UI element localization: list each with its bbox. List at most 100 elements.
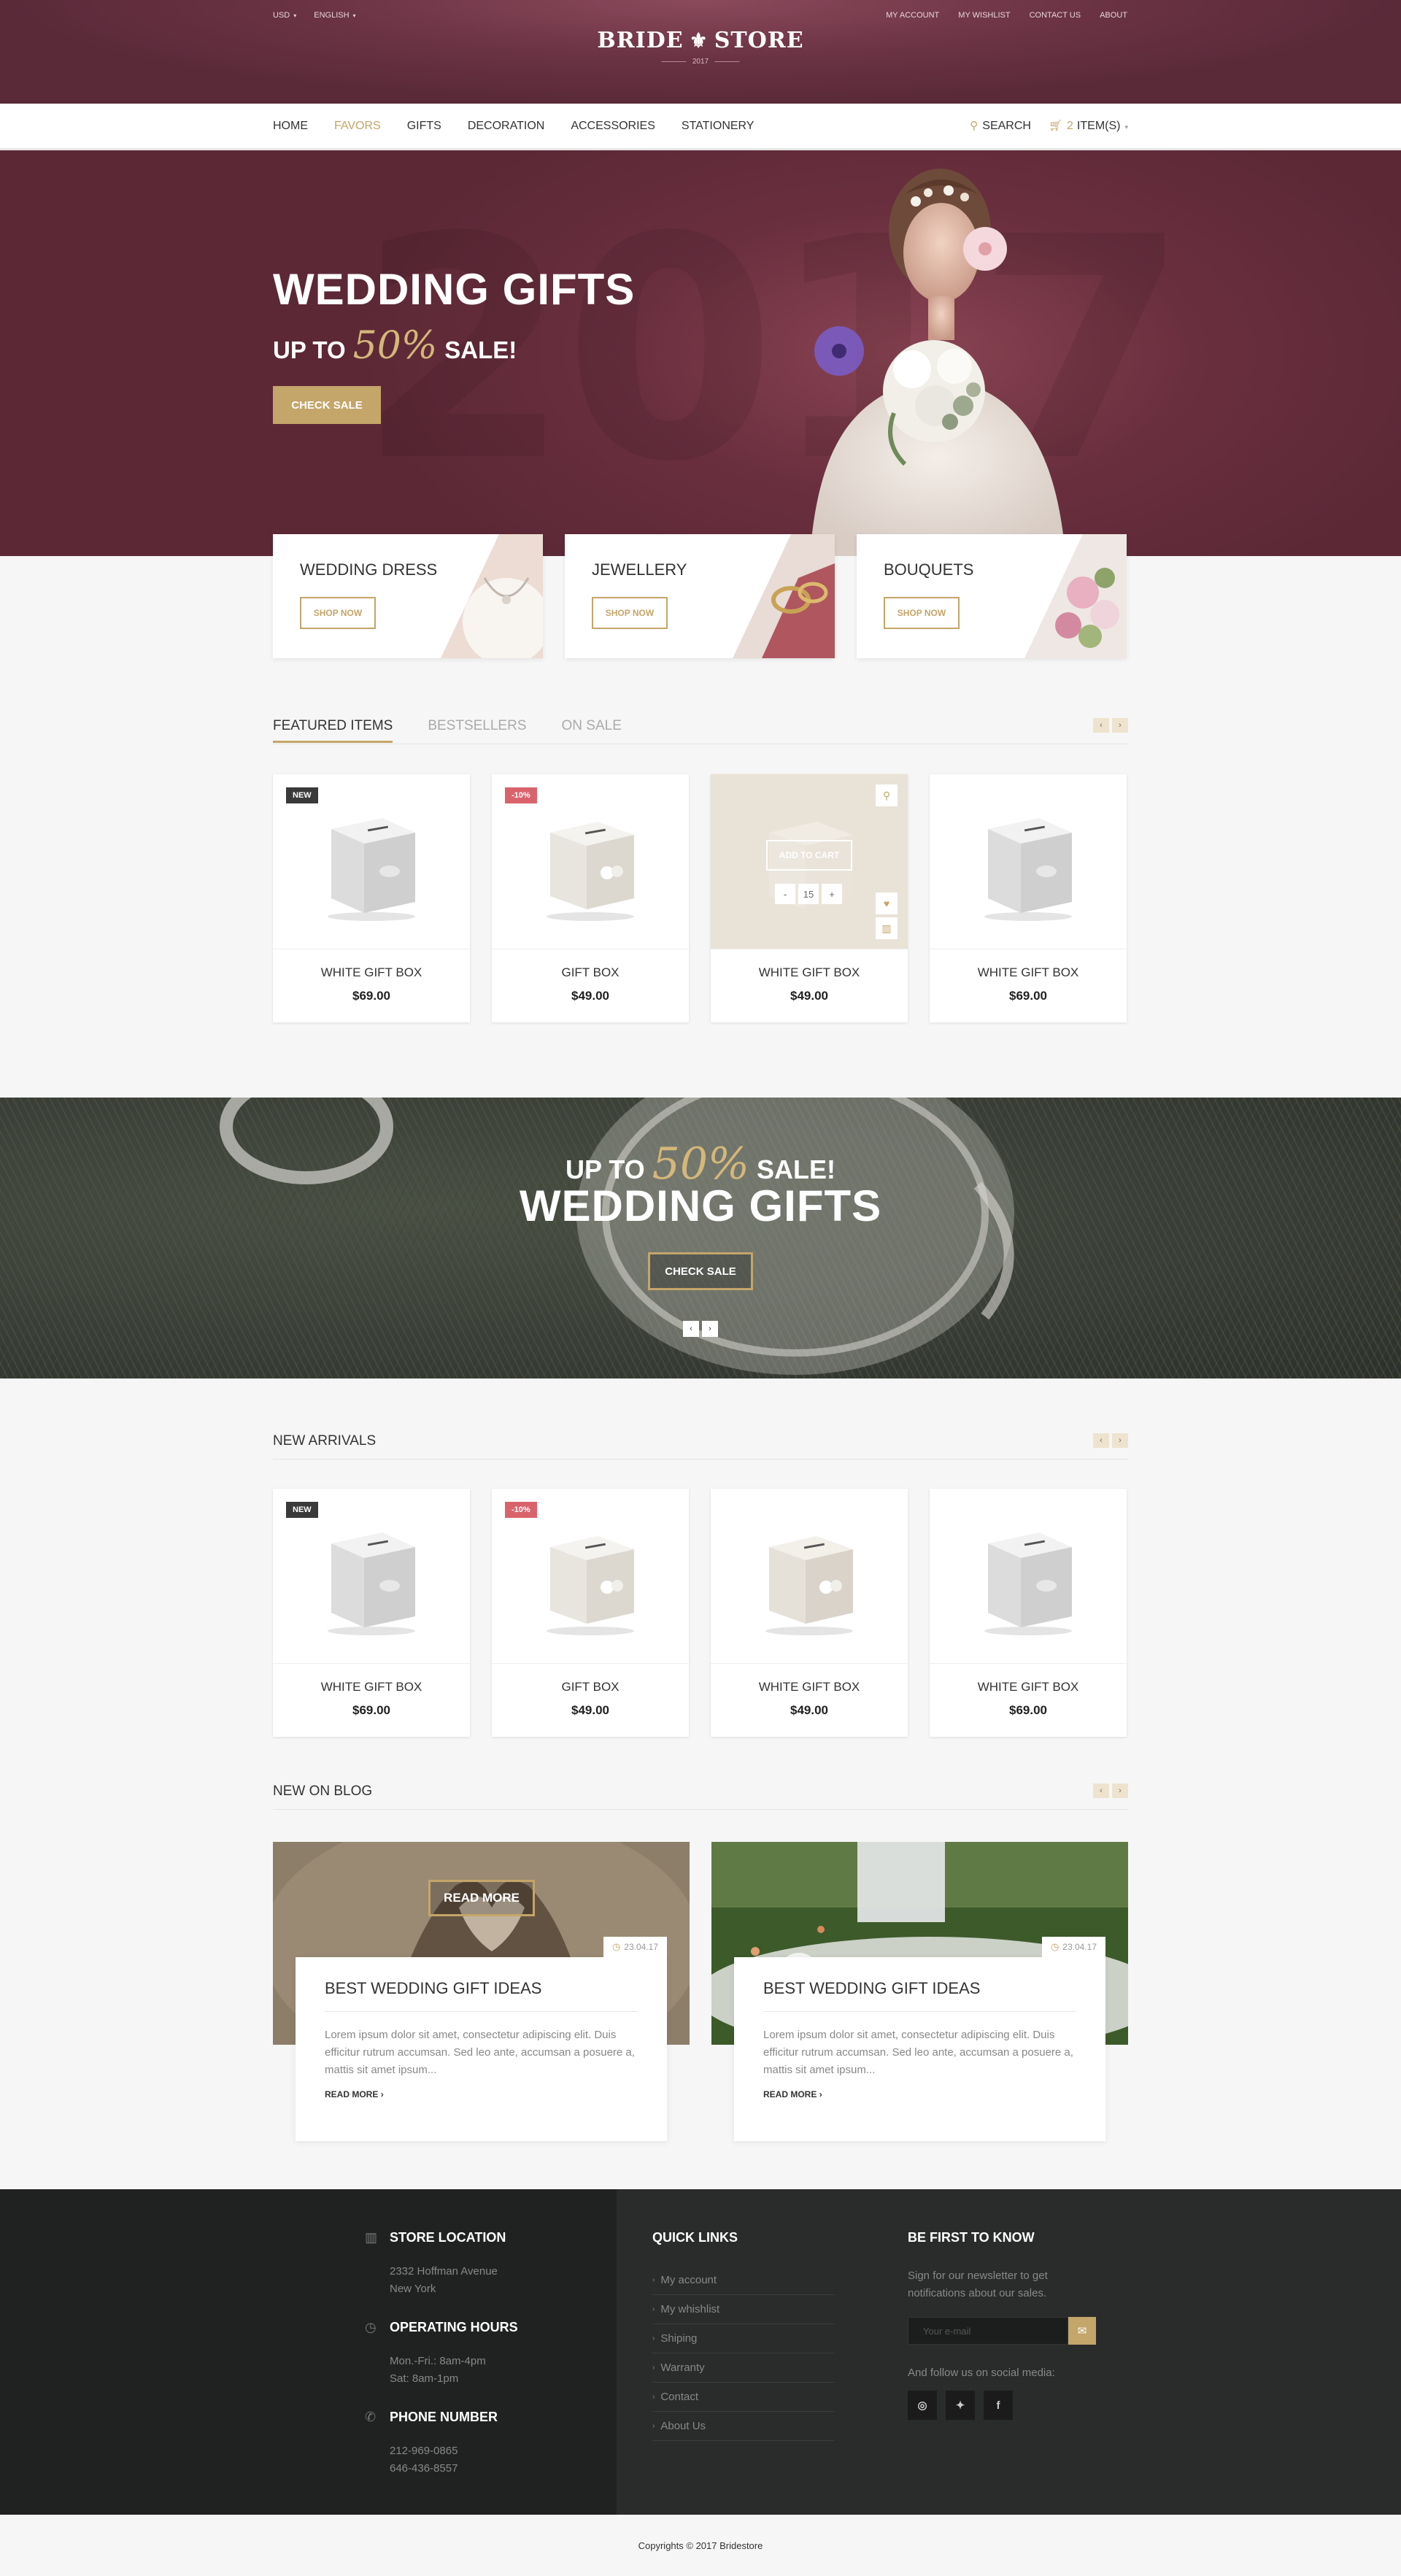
quick-link-about-us[interactable]: › About Us [652,2412,835,2441]
link-about[interactable]: ABOUT [1100,11,1127,20]
shop-now-button[interactable]: SHOP NOW [884,597,960,629]
product-image-area[interactable]: NEW [273,774,470,949]
post-title[interactable]: BEST WEDDING GIFT IDEAS [325,1979,638,2012]
nav-item-decoration[interactable]: DECORATION [468,120,544,133]
product-card[interactable]: -10% GIFT BOX $49.00 [492,774,689,1022]
blog-prev-button[interactable]: ‹ [1093,1783,1109,1798]
product-image-area[interactable] [711,1489,908,1664]
read-more-link[interactable]: READ MORE › [325,2089,638,2099]
arrivals-prev-button[interactable]: ‹ [1093,1433,1109,1448]
tab-on-sale[interactable]: ON SALE [562,718,622,743]
product-image-area[interactable]: ⚲ ♥ ▥ ADD TO CART - 15 + [711,774,908,949]
instagram-icon[interactable]: ◎ [908,2391,937,2420]
wishlist-button[interactable]: ♥ [876,892,898,914]
email-field[interactable] [908,2317,1068,2345]
product-card[interactable]: WHITE GIFT BOX $69.00 [930,774,1127,1022]
facebook-icon[interactable]: f [984,2391,1013,2420]
featured-next-button[interactable]: › [1112,718,1128,733]
featured-prev-button[interactable]: ‹ [1093,718,1109,733]
product-name[interactable]: WHITE GIFT BOX [930,1680,1127,1694]
hero-title: WEDDING GIFTS [273,265,636,314]
chevron-right-icon: › [652,2422,655,2430]
blog-next-button[interactable]: › [1112,1783,1128,1798]
copyright-bar: Copyrights © 2017 Bridestore [0,2515,1401,2576]
newsletter-form: ✉ [908,2317,1097,2345]
post-title[interactable]: BEST WEDDING GIFT IDEAS [763,1979,1076,2012]
quick-link-contact[interactable]: › Contact [652,2383,835,2412]
cart-button[interactable]: 🛒︎ 2 ITEM(S) ▾ [1049,119,1128,133]
hero-up-to: UP TO [273,336,346,363]
product-image-area[interactable] [930,774,1127,949]
product-price: $69.00 [352,1703,390,1717]
product-name[interactable]: GIFT BOX [492,965,689,980]
cart-count: 2 [1067,120,1073,132]
nav-item-home[interactable]: HOME [273,120,308,133]
nav-menu: HOME FAVORS GIFTS DECORATION ACCESSORIES… [273,120,754,133]
product-image-area[interactable] [930,1489,1127,1664]
product-price: $49.00 [790,1703,828,1717]
product-card[interactable]: WHITE GIFT BOX $69.00 [930,1489,1127,1737]
product-name[interactable]: WHITE GIFT BOX [930,965,1127,980]
site-logo[interactable]: BRIDE ⚜ STORE 2017 [597,28,803,66]
product-name[interactable]: WHITE GIFT BOX [273,1680,470,1694]
promo-title: WEDDING GIFTS [519,1181,882,1230]
compare-button[interactable]: ▥ [876,917,898,939]
add-to-cart-button[interactable]: ADD TO CART [766,840,852,871]
quick-link-warranty[interactable]: › Warranty [652,2353,835,2383]
qty-minus-button[interactable]: - [775,884,795,904]
nav-item-stationery[interactable]: STATIONERY [682,120,754,133]
hero-slider: 2017 WEDDING GIFTS UP TO 50% SALE! CHECK S… [0,150,1401,556]
link-contact-us[interactable]: CONTACT US [1030,11,1081,20]
qty-plus-button[interactable]: + [822,884,842,904]
product-image-area[interactable]: -10% [492,1489,689,1664]
product-name[interactable]: WHITE GIFT BOX [711,1680,908,1694]
currency-select[interactable]: USD ▾ [273,11,296,20]
nav-item-favors[interactable]: FAVORS [334,120,381,133]
tab-bestsellers[interactable]: BESTSELLERS [428,718,526,743]
search-button[interactable]: ⚲ SEARCH [970,119,1031,133]
nav-item-gifts[interactable]: GIFTS [407,120,441,133]
category-card-jewellery[interactable]: JEWELLERY SHOP NOW [565,534,835,658]
shop-now-button[interactable]: SHOP NOW [592,597,668,629]
shop-now-button[interactable]: SHOP NOW [300,597,376,629]
read-more-link[interactable]: READ MORE › [763,2089,1076,2099]
product-image-area[interactable]: -10% [492,774,689,949]
category-card-wedding-dress[interactable]: WEDDING DRESS SHOP NOW [273,534,543,658]
arrivals-next-button[interactable]: › [1112,1433,1128,1448]
promo-prev-button[interactable]: ‹ [683,1321,699,1337]
hero-subtitle: UP TO 50% SALE! [273,324,517,368]
chevron-right-icon: › [380,2089,384,2099]
phone-title: PHONE NUMBER [390,2410,498,2424]
nav-item-accessories[interactable]: ACCESSORIES [571,120,655,133]
quick-link-my-whishlist[interactable]: › My whishlist [652,2295,835,2324]
product-name[interactable]: WHITE GIFT BOX [711,965,908,980]
link-my-account[interactable]: MY ACCOUNT [886,11,939,20]
link-my-wishlist[interactable]: MY WISHLIST [958,11,1010,20]
product-name[interactable]: GIFT BOX [492,1680,689,1694]
quick-view-button[interactable]: ⚲ [876,784,898,806]
blog-posts: READ MORE ◷ 23.04.17 BEST WEDDING GIFT ID… [273,1842,1128,2141]
qty-value[interactable]: 15 [798,884,819,904]
product-name[interactable]: WHITE GIFT BOX [273,965,470,980]
tab-featured-items[interactable]: FEATURED ITEMS [273,718,393,743]
quick-link-my-account[interactable]: › My account [652,2266,835,2295]
product-card[interactable]: -10% GIFT BOX $49.00 [492,1489,689,1737]
phone-line[interactable]: 646-436-8557 [390,2460,498,2477]
read-more-overlay-button[interactable]: READ MORE [428,1880,535,1916]
promo-check-sale-button[interactable]: CHECK SALE [648,1252,753,1290]
promo-next-button[interactable]: › [702,1321,718,1337]
quick-link-shiping[interactable]: › Shiping [652,2324,835,2353]
product-card[interactable]: NEW WHITE GIFT BOX $69.00 [273,774,470,1022]
product-card[interactable]: WHITE GIFT BOX $49.00 [711,1489,908,1737]
category-card-bouquets[interactable]: BOUQUETS SHOP NOW [857,534,1127,658]
quick-link-label: My whishlist [660,2303,720,2315]
hero-check-sale-button[interactable]: CHECK SALE [273,386,381,424]
language-select[interactable]: ENGLISH ▾ [314,11,355,20]
product-card[interactable]: NEW WHITE GIFT BOX $69.00 [273,1489,470,1737]
subscribe-button[interactable]: ✉ [1068,2317,1096,2345]
chevron-right-icon: › [1119,1786,1122,1795]
twitter-icon[interactable]: ✦ [946,2391,975,2420]
product-card-hovered[interactable]: ⚲ ♥ ▥ ADD TO CART - 15 + WHITE GIFT BOX … [711,774,908,1022]
product-image-area[interactable]: NEW [273,1489,470,1664]
phone-line[interactable]: 212-969-0865 [390,2442,498,2460]
